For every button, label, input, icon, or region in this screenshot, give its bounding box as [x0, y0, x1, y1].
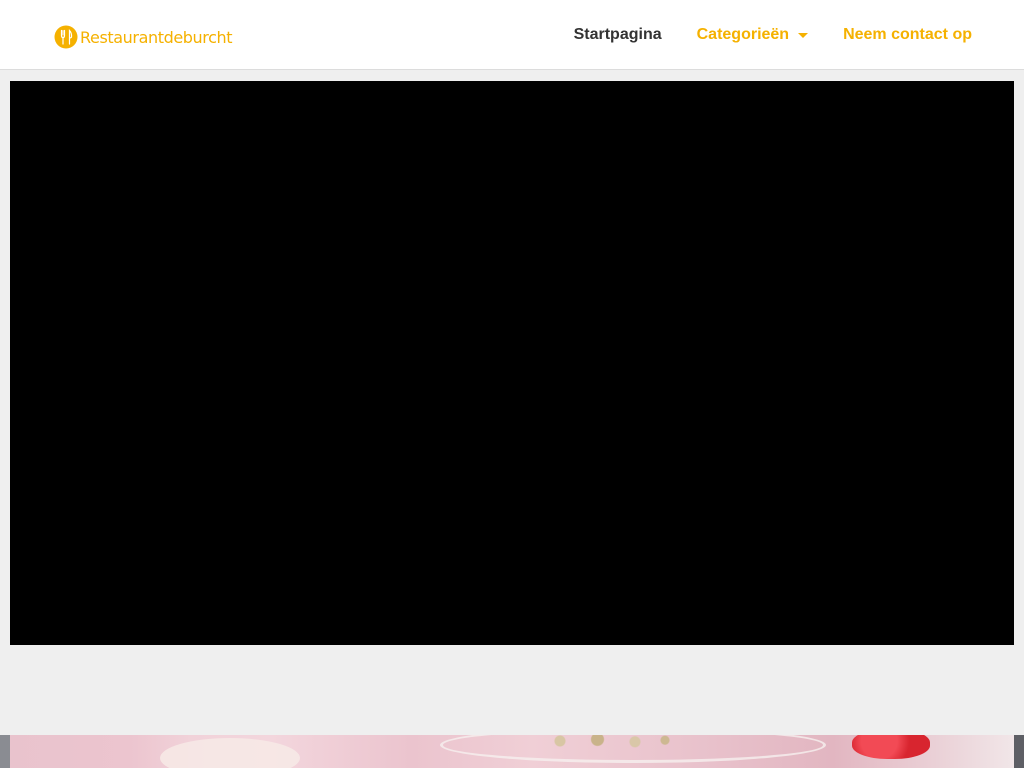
photo-edge	[1014, 735, 1024, 768]
photo-detail	[852, 735, 930, 759]
photo-detail	[160, 738, 300, 768]
nav-home-link[interactable]: Startpagina	[574, 26, 662, 44]
main-navigation: Startpagina Categorieën Neem contact op	[574, 0, 972, 70]
caret-down-icon	[798, 33, 809, 38]
logo-text: Restaurantdeburcht	[80, 27, 233, 47]
nav-categories-label: Categorieën	[696, 26, 790, 43]
nav-categories-dropdown[interactable]: Categorieën	[696, 26, 809, 44]
hero-video[interactable]	[10, 81, 1014, 645]
site-logo[interactable]: Restaurantdeburcht	[54, 24, 233, 50]
featured-image-strip	[0, 735, 1024, 768]
photo-detail	[530, 735, 680, 749]
site-header: Restaurantdeburcht Startpagina Categorie…	[0, 0, 1024, 70]
nav-contact-link[interactable]: Neem contact op	[843, 26, 972, 44]
food-photo	[10, 735, 1014, 768]
utensils-circle-icon	[54, 25, 78, 49]
